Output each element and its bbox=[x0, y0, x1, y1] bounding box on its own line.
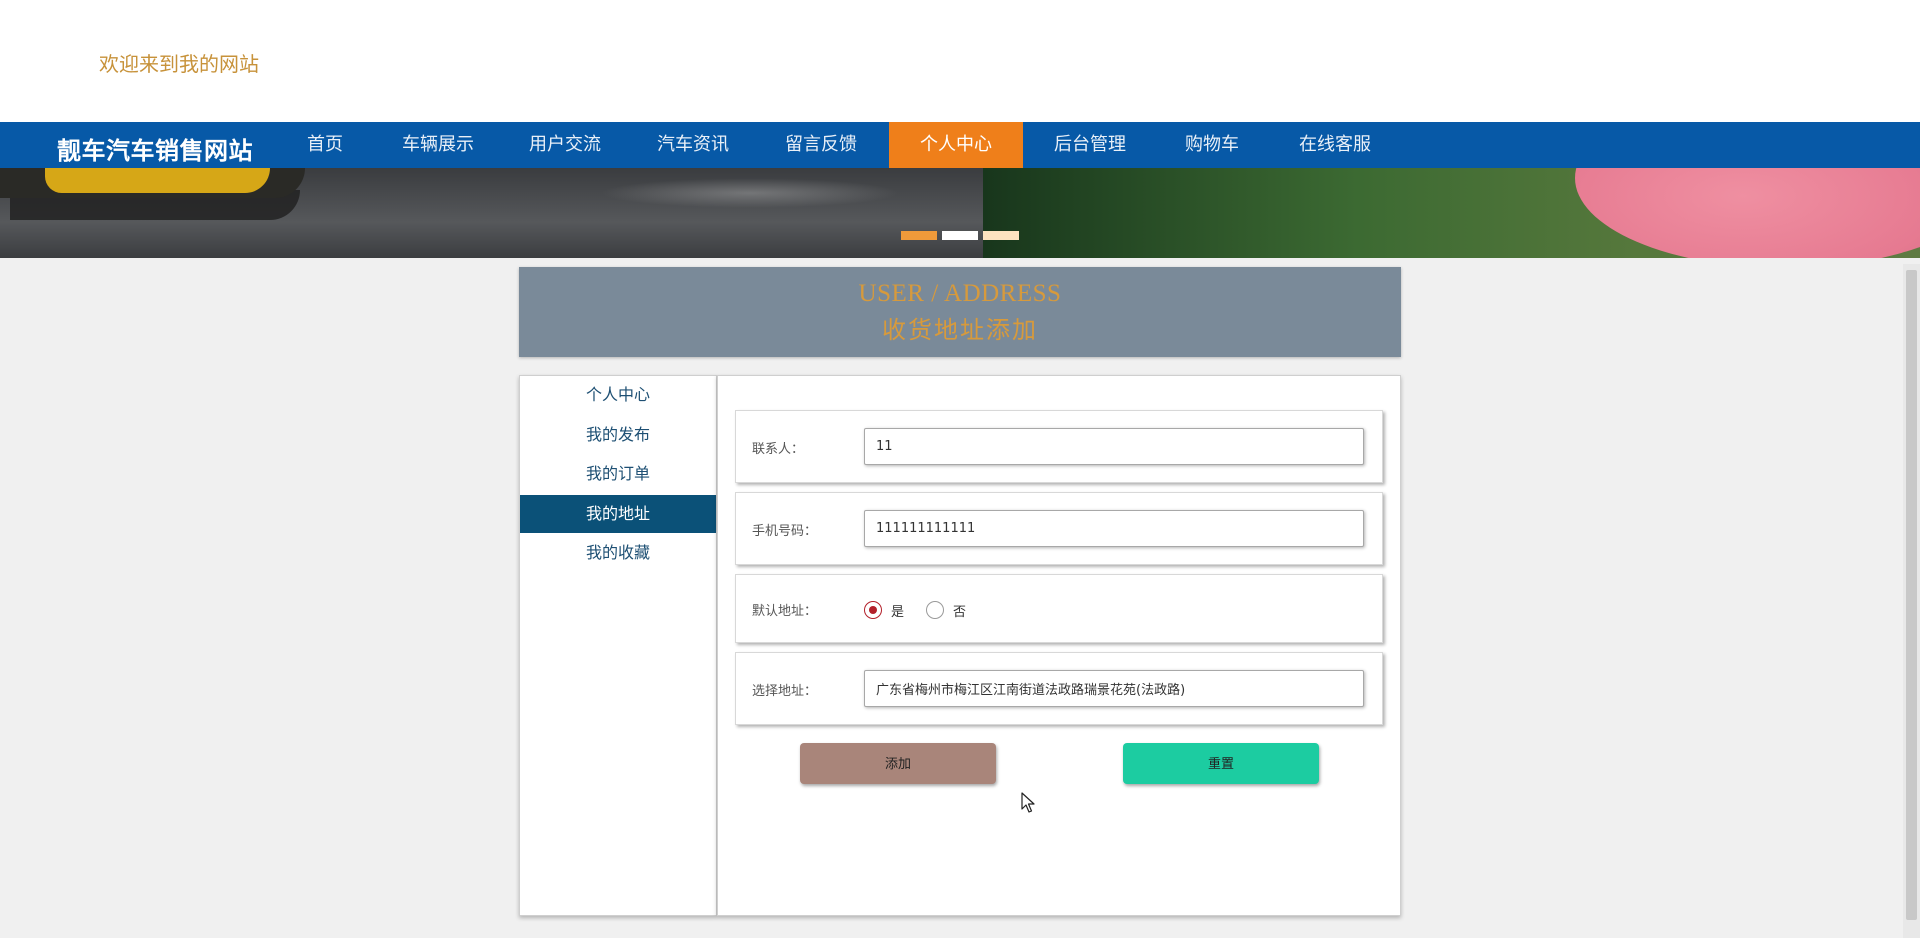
radio-default-yes[interactable]: 是 bbox=[864, 600, 909, 620]
contact-label: 联系人： bbox=[752, 442, 805, 457]
radio-checked-icon[interactable] bbox=[864, 601, 882, 619]
section-title-box: USER / ADDRESS 收货地址添加 bbox=[519, 267, 1401, 357]
sidebar-item-my-orders[interactable]: 我的订单 bbox=[520, 455, 716, 493]
banner-carousel bbox=[0, 168, 1920, 258]
nav-car-news[interactable]: 汽车资讯 bbox=[647, 122, 739, 168]
sidebar-item-personal-center[interactable]: 个人中心 bbox=[520, 376, 716, 414]
nav-home[interactable]: 首页 bbox=[288, 122, 362, 168]
radio-yes-label: 是 bbox=[891, 605, 905, 620]
user-sidebar: 个人中心 我的发布 我的订单 我的地址 我的收藏 bbox=[519, 375, 717, 916]
site-brand[interactable]: 靓车汽车销售网站 bbox=[57, 131, 253, 166]
banner-image-flower bbox=[983, 168, 1920, 258]
sidebar-item-my-favorites[interactable]: 我的收藏 bbox=[520, 534, 716, 572]
address-form-panel: 联系人： 手机号码： 默认地址： 是 否 选择地址： bbox=[717, 375, 1401, 916]
carousel-dot-1[interactable] bbox=[901, 231, 937, 240]
sidebar-item-my-address[interactable]: 我的地址 bbox=[520, 495, 716, 533]
radio-default-no[interactable]: 否 bbox=[926, 600, 971, 620]
nav-personal-center[interactable]: 个人中心 bbox=[889, 122, 1023, 168]
banner-image-car bbox=[0, 168, 983, 258]
contact-input[interactable] bbox=[864, 428, 1364, 465]
nav-admin[interactable]: 后台管理 bbox=[1044, 122, 1136, 168]
add-button[interactable]: 添加 bbox=[800, 743, 996, 784]
form-row-contact: 联系人： bbox=[735, 410, 1383, 483]
default-address-label: 默认地址： bbox=[752, 604, 818, 619]
address-label: 选择地址： bbox=[752, 684, 818, 699]
section-title-en: USER / ADDRESS bbox=[858, 280, 1062, 307]
top-header: 欢迎来到我的网站 bbox=[0, 0, 1920, 122]
phone-label: 手机号码： bbox=[752, 524, 818, 539]
nav-online-service[interactable]: 在线客服 bbox=[1289, 122, 1381, 168]
form-row-phone: 手机号码： bbox=[735, 492, 1383, 565]
welcome-text: 欢迎来到我的网站 bbox=[99, 52, 259, 76]
nav-cart[interactable]: 购物车 bbox=[1167, 122, 1257, 168]
phone-input[interactable] bbox=[864, 510, 1364, 547]
main-navbar: 靓车汽车销售网站 首页 车辆展示 用户交流 汽车资讯 留言反馈 个人中心 后台管… bbox=[0, 122, 1920, 168]
sidebar-item-my-posts[interactable]: 我的发布 bbox=[520, 416, 716, 454]
mouse-pointer-icon bbox=[1021, 792, 1035, 813]
address-input[interactable] bbox=[864, 670, 1364, 707]
radio-unchecked-icon[interactable] bbox=[926, 601, 944, 619]
carousel-dot-2[interactable] bbox=[942, 231, 978, 240]
nav-feedback[interactable]: 留言反馈 bbox=[775, 122, 867, 168]
form-row-address: 选择地址： bbox=[735, 652, 1383, 725]
section-title-cn: 收货地址添加 bbox=[882, 318, 1038, 344]
form-row-default-address: 默认地址： 是 否 bbox=[735, 574, 1383, 643]
scrollbar-thumb[interactable] bbox=[1906, 270, 1917, 920]
carousel-dot-3[interactable] bbox=[983, 231, 1019, 240]
radio-no-label: 否 bbox=[953, 605, 967, 620]
nav-user-exchange[interactable]: 用户交流 bbox=[519, 122, 611, 168]
page-scrollbar[interactable] bbox=[1903, 264, 1920, 938]
nav-vehicles[interactable]: 车辆展示 bbox=[392, 122, 484, 168]
reset-button[interactable]: 重置 bbox=[1123, 743, 1319, 784]
